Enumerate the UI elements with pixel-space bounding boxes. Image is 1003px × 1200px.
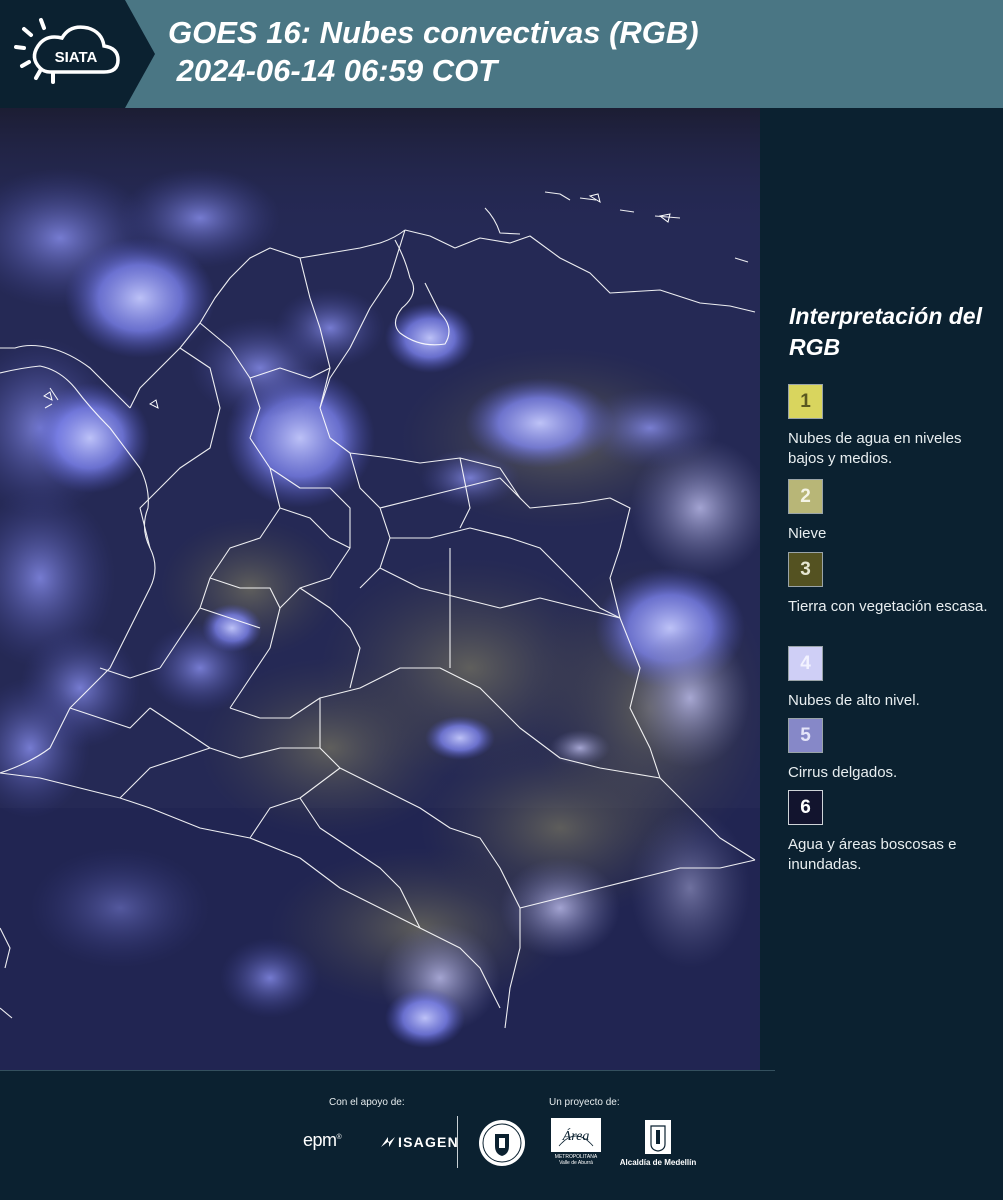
area-metropolitana-logo: Área METROPOLITANA Valle de Aburrá <box>551 1118 601 1170</box>
legend-num-1: 1 <box>800 390 811 412</box>
legend-label-2: Nieve <box>788 525 827 542</box>
siata-logo-text: SIATA <box>55 49 98 66</box>
legend-item-5: 5 Cirrus delgados. <box>788 718 998 783</box>
header-bar: SIATA GOES 16: Nubes convectivas (RGB) 2… <box>0 0 1003 108</box>
footer-divider <box>0 1070 775 1071</box>
legend-label-3: Tierra con vegetación escasa. <box>788 598 988 615</box>
legend-swatch-6: 6 <box>788 790 823 825</box>
alcaldia-logo: Alcaldía de Medellín <box>613 1118 703 1172</box>
medellin-seal-logo <box>477 1118 527 1168</box>
legend-num-5: 5 <box>800 724 811 746</box>
legend-num-2: 2 <box>800 485 811 507</box>
legend-swatch-3: 3 <box>788 552 823 587</box>
siata-logo: SIATA <box>0 0 155 108</box>
legend-swatch-2: 2 <box>788 479 823 514</box>
alcaldia-crest-icon <box>645 1120 671 1154</box>
legend-title: Interpretación del RGB <box>789 303 982 360</box>
area-logo-text: Área <box>562 1127 590 1144</box>
legend-swatch-5: 5 <box>788 718 823 753</box>
legend-label-5: Cirrus delgados. <box>788 764 898 781</box>
legend-item-3: 3 Tierra con vegetación escasa. <box>788 552 998 617</box>
epm-logo-text: epm <box>303 1130 337 1150</box>
legend-num-6: 6 <box>800 796 811 818</box>
legend-label-4: Nubes de alto nivel. <box>788 692 920 709</box>
isagen-logo-text: ISAGEN <box>398 1134 459 1150</box>
support-label: Con el apoyo de: <box>329 1097 405 1108</box>
isagen-mark-icon <box>381 1137 395 1147</box>
legend-item-6: 6 Agua y áreas boscosas e inundadas. <box>788 790 998 875</box>
page-title: GOES 16: Nubes convectivas (RGB) 2024-06… <box>168 14 699 90</box>
area-subtitle: METROPOLITANA Valle de Aburrá <box>554 1154 598 1166</box>
title-line-1: GOES 16: Nubes convectivas (RGB) <box>168 15 699 50</box>
legend-swatch-1: 1 <box>788 384 823 419</box>
isagen-logo: ISAGEN <box>380 1134 459 1150</box>
legend-swatch-4: 4 <box>788 646 823 681</box>
legend-panel: Interpretación del RGB 1 Nubes de agua e… <box>760 108 1003 1070</box>
epm-logo: epm® <box>303 1130 342 1150</box>
legend-item-4: 4 Nubes de alto nivel. <box>788 646 998 711</box>
legend-item-1: 1 Nubes de agua en niveles bajos y medio… <box>788 384 998 469</box>
logo-divider <box>457 1116 458 1168</box>
satellite-map <box>0 108 760 1070</box>
footer-bar: Con el apoyo de: Un proyecto de: epm® IS… <box>0 1070 1003 1200</box>
legend-num-4: 4 <box>800 652 811 674</box>
legend-label-1: Nubes de agua en niveles bajos y medios. <box>788 430 962 467</box>
legend-item-2: 2 Nieve <box>788 479 998 544</box>
title-line-2: 2024-06-14 06:59 COT <box>168 53 498 88</box>
legend-label-6: Agua y áreas boscosas e inundadas. <box>788 836 957 873</box>
project-label: Un proyecto de: <box>549 1097 620 1108</box>
alcaldia-text: Alcaldía de Medellín <box>619 1158 697 1167</box>
legend-num-3: 3 <box>800 558 811 580</box>
